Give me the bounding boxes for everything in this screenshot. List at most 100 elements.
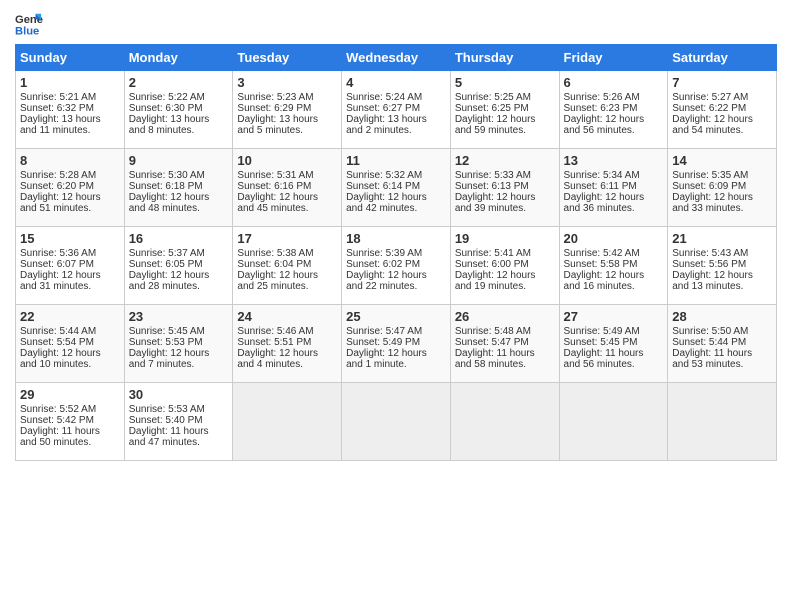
day-info: Sunrise: 5:42 AM [564,248,664,259]
day-info: Daylight: 12 hours [564,192,664,203]
day-info: and 8 minutes. [129,125,229,136]
day-number: 7 [672,75,772,90]
day-info: Sunrise: 5:32 AM [346,170,446,181]
day-info: Daylight: 12 hours [346,348,446,359]
day-info: and 13 minutes. [672,281,772,292]
day-info: Daylight: 12 hours [672,270,772,281]
calendar-cell: 29Sunrise: 5:52 AMSunset: 5:42 PMDayligh… [16,383,125,461]
day-number: 26 [455,309,555,324]
day-info: Daylight: 12 hours [564,270,664,281]
weekday-header: Monday [124,45,233,71]
day-info: Daylight: 11 hours [672,348,772,359]
calendar-cell: 11Sunrise: 5:32 AMSunset: 6:14 PMDayligh… [342,149,451,227]
day-number: 13 [564,153,664,168]
day-info: Sunset: 5:54 PM [20,337,120,348]
day-info: Sunset: 5:53 PM [129,337,229,348]
day-info: Sunrise: 5:44 AM [20,326,120,337]
day-info: Sunrise: 5:43 AM [672,248,772,259]
day-number: 25 [346,309,446,324]
day-info: Sunrise: 5:50 AM [672,326,772,337]
day-info: Sunset: 6:20 PM [20,181,120,192]
day-number: 29 [20,387,120,402]
day-info: and 31 minutes. [20,281,120,292]
day-number: 2 [129,75,229,90]
day-info: Sunrise: 5:39 AM [346,248,446,259]
day-info: and 45 minutes. [237,203,337,214]
calendar-cell [450,383,559,461]
day-number: 4 [346,75,446,90]
day-info: Sunrise: 5:52 AM [20,404,120,415]
day-info: and 10 minutes. [20,359,120,370]
day-number: 10 [237,153,337,168]
day-info: and 51 minutes. [20,203,120,214]
logo: General Blue [15,10,47,38]
weekday-header: Tuesday [233,45,342,71]
day-number: 24 [237,309,337,324]
calendar-cell: 25Sunrise: 5:47 AMSunset: 5:49 PMDayligh… [342,305,451,383]
day-info: Sunset: 6:25 PM [455,103,555,114]
day-info: Daylight: 12 hours [129,348,229,359]
day-info: Daylight: 12 hours [20,192,120,203]
day-number: 11 [346,153,446,168]
day-info: Sunrise: 5:48 AM [455,326,555,337]
calendar-cell: 15Sunrise: 5:36 AMSunset: 6:07 PMDayligh… [16,227,125,305]
day-info: Sunset: 6:30 PM [129,103,229,114]
day-info: Sunset: 5:44 PM [672,337,772,348]
day-number: 3 [237,75,337,90]
day-info: Sunset: 6:22 PM [672,103,772,114]
day-info: Daylight: 12 hours [20,270,120,281]
calendar-table: SundayMondayTuesdayWednesdayThursdayFrid… [15,44,777,461]
day-info: and 5 minutes. [237,125,337,136]
day-number: 30 [129,387,229,402]
day-info: Sunrise: 5:26 AM [564,92,664,103]
weekday-header: Wednesday [342,45,451,71]
day-info: and 56 minutes. [564,359,664,370]
day-number: 28 [672,309,772,324]
day-info: Sunset: 6:07 PM [20,259,120,270]
day-info: Sunset: 6:05 PM [129,259,229,270]
calendar-week-row: 29Sunrise: 5:52 AMSunset: 5:42 PMDayligh… [16,383,777,461]
header: General Blue [15,10,777,38]
day-info: Sunset: 6:00 PM [455,259,555,270]
day-info: Daylight: 13 hours [20,114,120,125]
day-info: Sunset: 6:11 PM [564,181,664,192]
day-info: Sunrise: 5:27 AM [672,92,772,103]
day-info: Sunrise: 5:28 AM [20,170,120,181]
calendar-cell: 22Sunrise: 5:44 AMSunset: 5:54 PMDayligh… [16,305,125,383]
day-info: and 50 minutes. [20,437,120,448]
day-info: Sunset: 6:29 PM [237,103,337,114]
day-info: and 28 minutes. [129,281,229,292]
day-number: 16 [129,231,229,246]
weekday-header: Friday [559,45,668,71]
day-info: Sunset: 6:18 PM [129,181,229,192]
day-info: and 11 minutes. [20,125,120,136]
day-info: Daylight: 11 hours [455,348,555,359]
day-info: Daylight: 13 hours [346,114,446,125]
day-info: Daylight: 11 hours [564,348,664,359]
day-info: Daylight: 13 hours [129,114,229,125]
calendar-cell: 7Sunrise: 5:27 AMSunset: 6:22 PMDaylight… [668,71,777,149]
weekday-header: Thursday [450,45,559,71]
calendar-cell: 28 Sunrise: 5:50 AMSunset: 5:44 PMDayligh… [668,305,777,383]
day-info: Sunset: 5:40 PM [129,415,229,426]
calendar-cell: 14Sunrise: 5:35 AMSunset: 6:09 PMDayligh… [668,149,777,227]
day-number: 6 [564,75,664,90]
day-info: Sunset: 5:58 PM [564,259,664,270]
day-info: and 1 minute. [346,359,446,370]
day-info: Daylight: 12 hours [455,114,555,125]
day-info: Daylight: 12 hours [237,270,337,281]
day-info: and 59 minutes. [455,125,555,136]
day-info: and 48 minutes. [129,203,229,214]
day-info: Daylight: 12 hours [672,192,772,203]
day-info: Sunset: 5:56 PM [672,259,772,270]
calendar-cell [668,383,777,461]
calendar-cell: 1Sunrise: 5:21 AMSunset: 6:32 PMDaylight… [16,71,125,149]
day-info: Sunrise: 5:24 AM [346,92,446,103]
day-info: Sunset: 6:27 PM [346,103,446,114]
day-info: Sunrise: 5:25 AM [455,92,555,103]
day-info: Daylight: 12 hours [346,270,446,281]
day-info: Daylight: 12 hours [346,192,446,203]
day-info: Sunset: 6:04 PM [237,259,337,270]
day-info: and 54 minutes. [672,125,772,136]
day-info: Sunrise: 5:46 AM [237,326,337,337]
